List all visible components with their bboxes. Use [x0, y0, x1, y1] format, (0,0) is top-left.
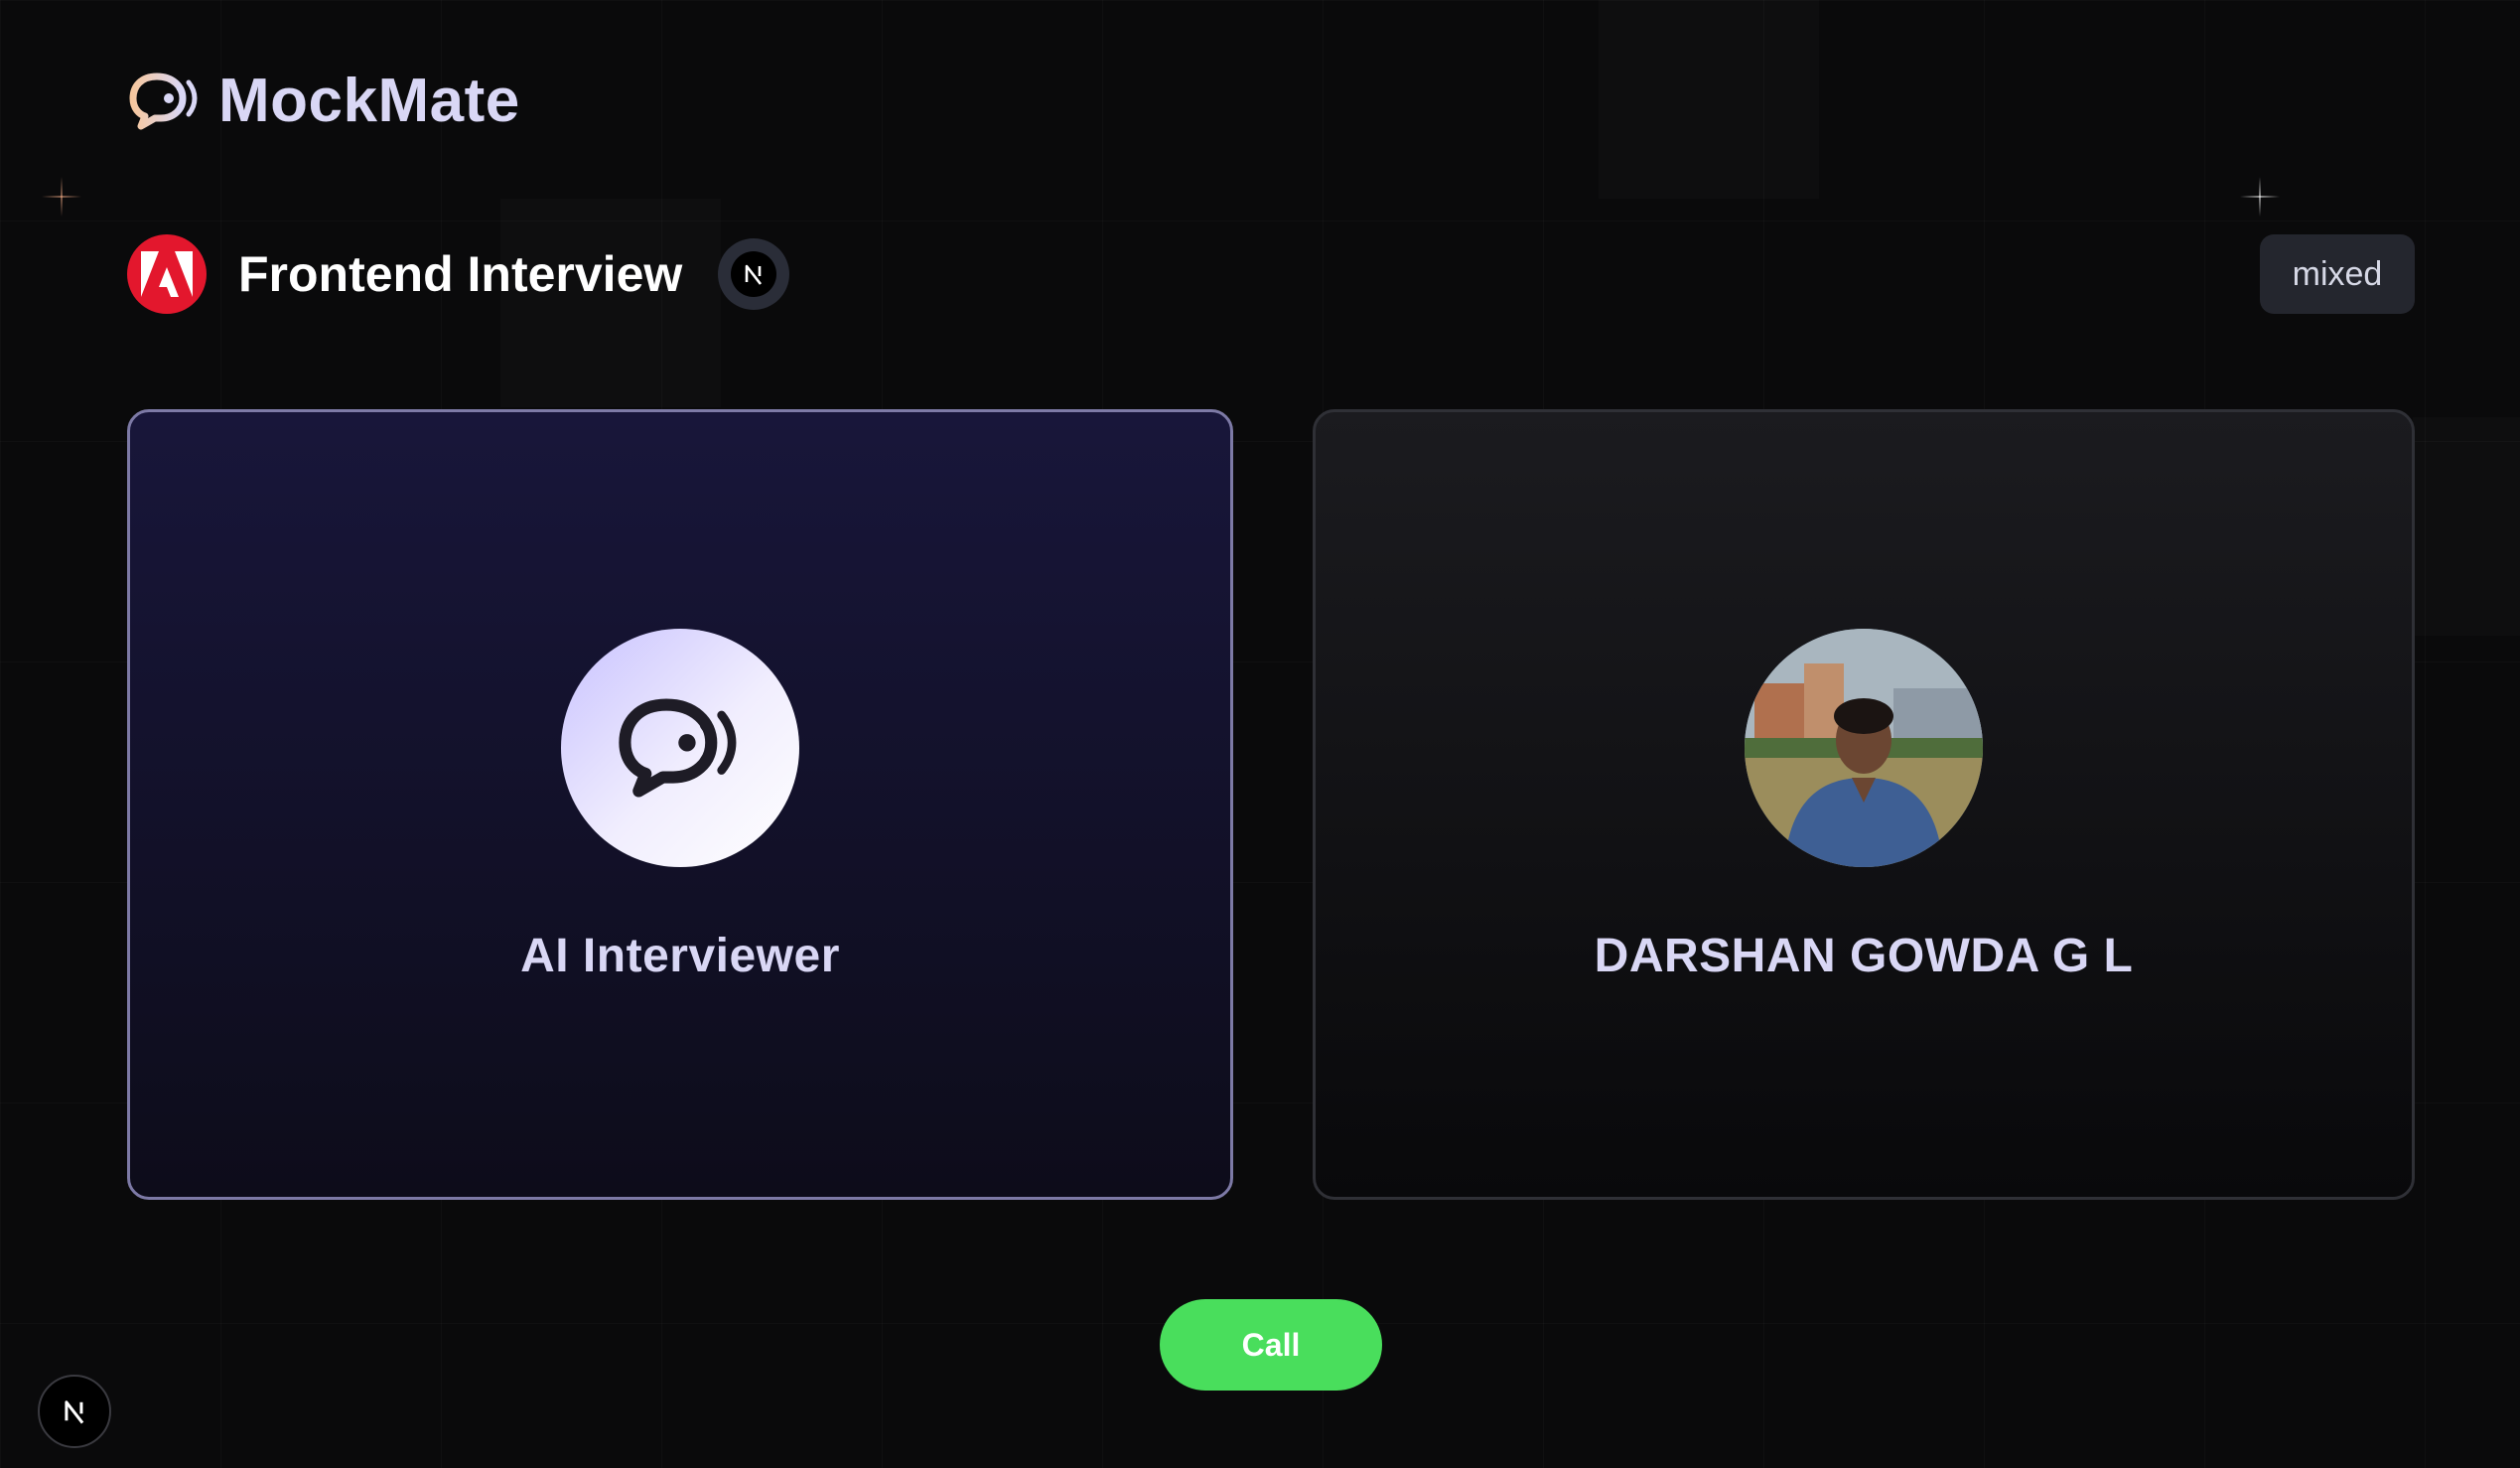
nextjs-logo-icon [718, 238, 790, 310]
adobe-logo-icon [127, 234, 207, 314]
user-photo-icon [1745, 629, 1983, 867]
interview-header: Frontend Interview [127, 234, 790, 314]
interview-title: Frontend Interview [238, 246, 683, 302]
nextjs-logo-icon [65, 1400, 84, 1424]
sparkle-decoration [2240, 177, 2280, 217]
avatar [1745, 629, 1983, 867]
candidate-name: DARSHAN GOWDA G L [1594, 930, 2134, 982]
interview-type-badge: mixed [2260, 234, 2415, 314]
app-name: MockMate [218, 67, 520, 135]
sparkle-decoration [42, 177, 81, 217]
app-brand[interactable]: MockMate [127, 66, 520, 136]
interviewer-avatar [561, 629, 799, 867]
chat-bubble-audio-icon [129, 73, 198, 129]
interviewer-card: AI Interviewer [127, 409, 1233, 1200]
chat-bubble-audio-icon [619, 698, 737, 798]
interviewer-name: AI Interviewer [520, 930, 840, 982]
nextjs-dev-indicator[interactable] [38, 1375, 111, 1448]
background-tile [1599, 0, 1819, 199]
nextjs-mark-icon [745, 264, 763, 285]
background-tile [2413, 417, 2520, 636]
interview-page: MockMate Frontend Interview mixed AI Int… [0, 0, 2520, 1468]
candidate-card: DARSHAN GOWDA G L [1313, 409, 2415, 1200]
adobe-mark-icon [141, 251, 193, 297]
call-button[interactable]: Call [1160, 1299, 1382, 1391]
